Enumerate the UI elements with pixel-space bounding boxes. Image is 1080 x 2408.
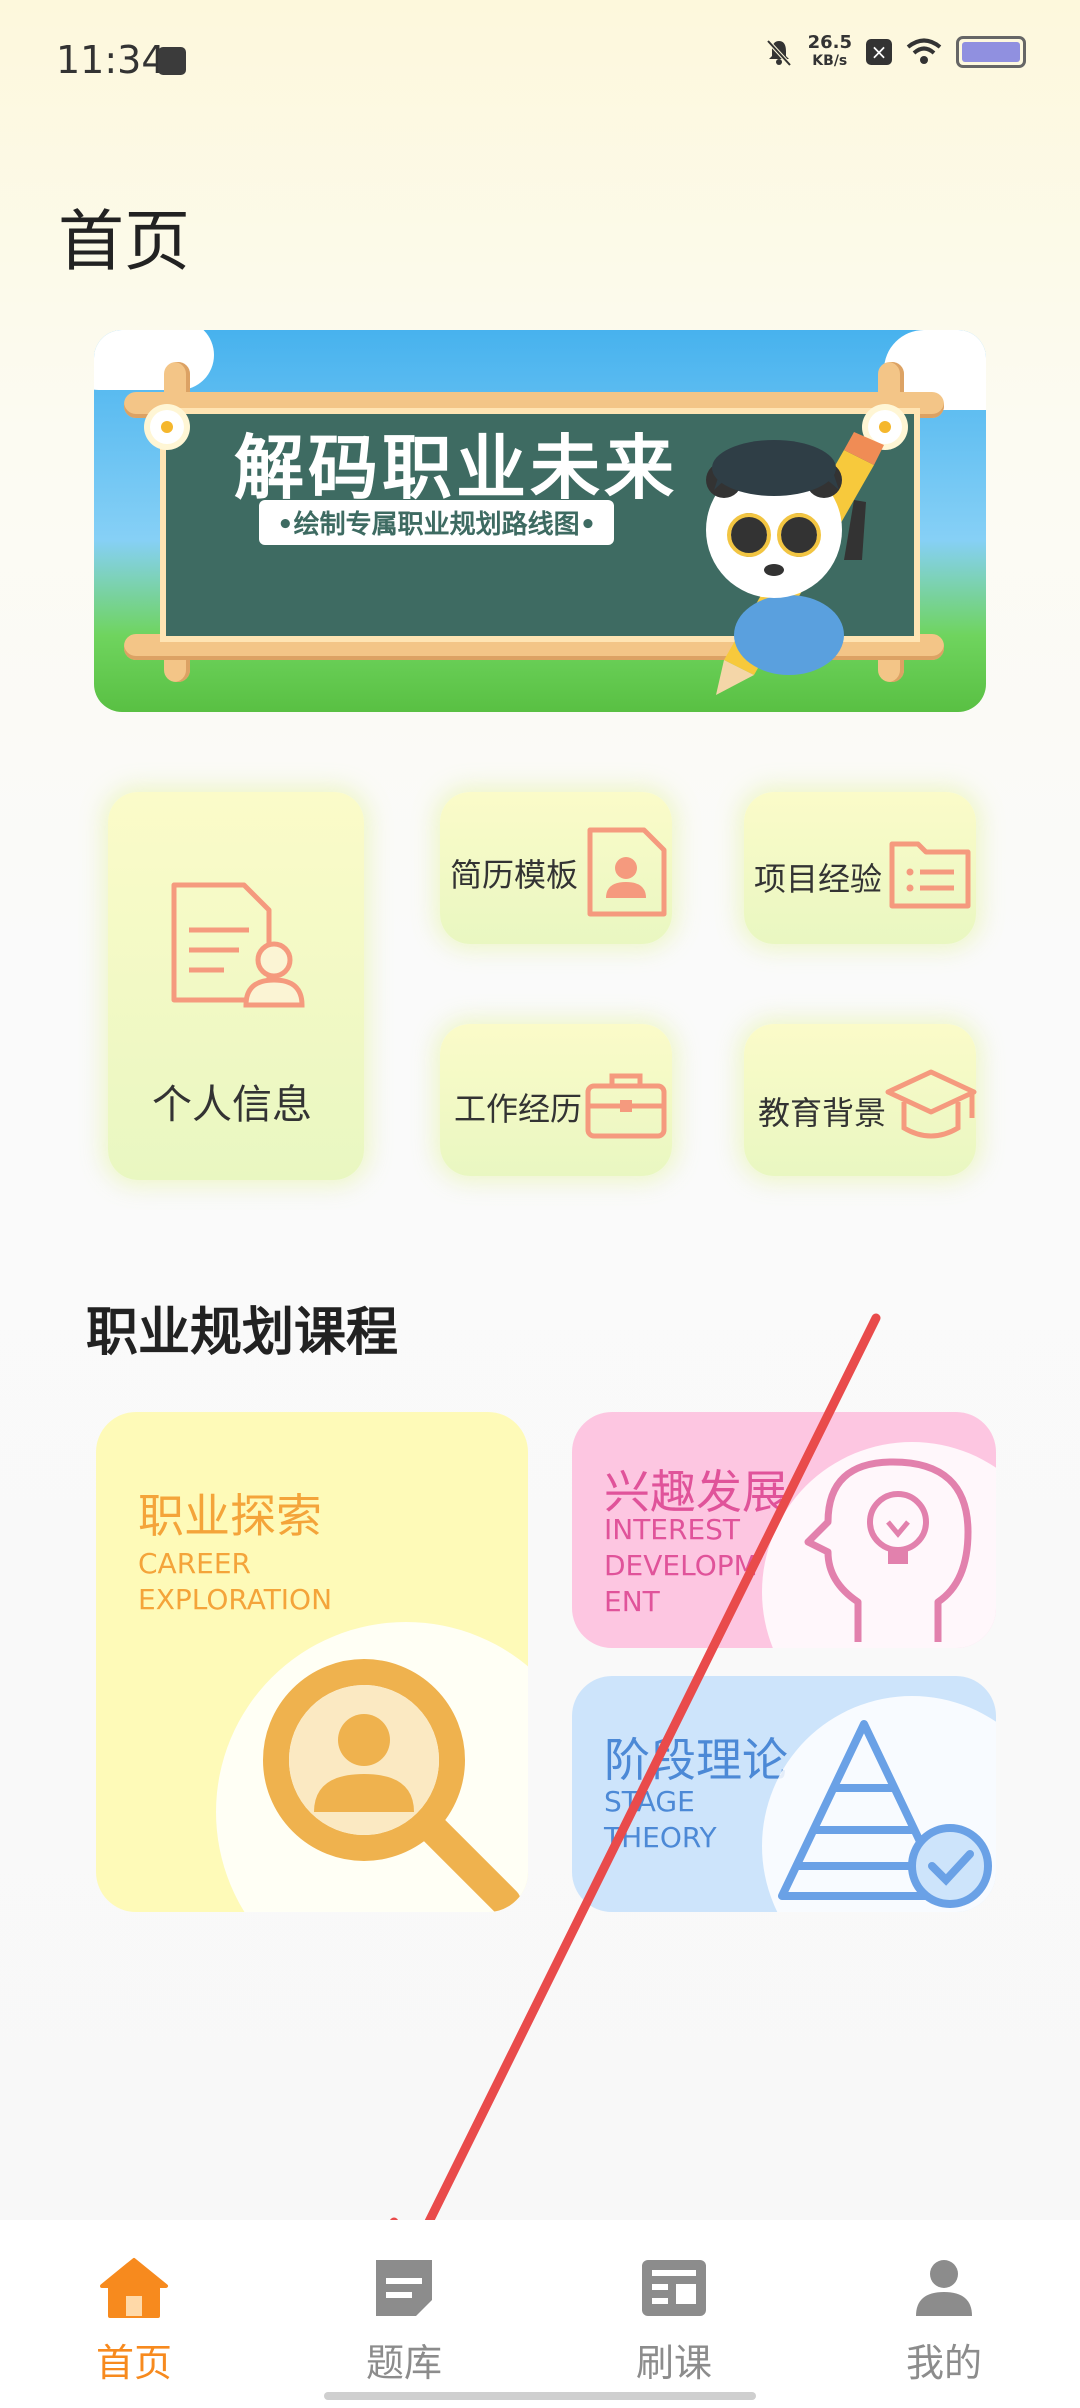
- search-person-icon: [263, 1659, 521, 1912]
- courses-icon: [642, 2260, 706, 2316]
- resume-template-label: 简历模板: [450, 856, 579, 894]
- section-title: 职业规划课程: [86, 1303, 399, 1363]
- folder-list-icon: [889, 841, 971, 909]
- notification-icon: [158, 47, 186, 75]
- education-label: 教育背景: [758, 1094, 887, 1132]
- nav-label-question-bank: 题库: [365, 2341, 442, 2385]
- home-icon: [100, 2258, 168, 2318]
- briefcase-icon: [585, 1073, 667, 1139]
- nav-label-home: 首页: [95, 2341, 172, 2385]
- personal-info-card[interactable]: 个人信息: [108, 792, 364, 1180]
- network-speed-unit: KB/s: [812, 53, 848, 69]
- status-time: 11:34: [56, 38, 166, 82]
- banner[interactable]: 解码职业未来 •绘制专属职业规划路线图•: [94, 330, 986, 712]
- nav-item-courses[interactable]: 刷课: [584, 2256, 764, 2387]
- gesture-bar[interactable]: [324, 2392, 756, 2400]
- stage-theory-card[interactable]: 阶段理论 STAGE THEORY: [572, 1676, 996, 1912]
- career-exploration-en-line1: CAREER: [138, 1547, 251, 1580]
- nav-label-profile: 我的: [905, 2341, 982, 2385]
- bottom-navigation: 首页 题库 刷课 我的: [0, 2220, 1080, 2408]
- mute-bell-icon: [766, 39, 792, 67]
- head-lightbulb-icon: [804, 1458, 972, 1642]
- panda-mascot-icon: [706, 432, 884, 695]
- page-title: 首页: [58, 203, 190, 280]
- career-exploration-title: 职业探索: [138, 1489, 322, 1543]
- document-person-icon: [171, 882, 305, 1008]
- interest-development-en-line3: ENT: [604, 1585, 660, 1618]
- interest-development-card[interactable]: 兴趣发展 INTEREST DEVELOPM ENT: [572, 1412, 996, 1648]
- resume-icon: [587, 827, 667, 917]
- banner-title: 解码职业未来: [234, 427, 678, 509]
- project-experience-label: 项目经验: [754, 860, 883, 898]
- cloud-decoration: [94, 330, 214, 390]
- status-bar: 11:34 26.5 KB/s ×: [0, 0, 1080, 120]
- work-experience-card[interactable]: 工作经历: [440, 1024, 672, 1176]
- pyramid-check-icon: [778, 1720, 992, 1908]
- wifi-icon: [906, 38, 942, 64]
- stage-theory-en-line2: THEORY: [604, 1821, 717, 1854]
- interest-development-en-line2: DEVELOPM: [604, 1549, 758, 1582]
- network-speed-value: 26.5: [807, 32, 852, 53]
- nav-item-home[interactable]: 首页: [44, 2256, 224, 2387]
- career-exploration-card[interactable]: 职业探索 CAREER EXPLORATION: [96, 1412, 528, 1912]
- flower-decoration: [150, 410, 184, 444]
- profile-icon: [916, 2260, 972, 2316]
- battery-icon: [956, 36, 1026, 68]
- personal-info-label: 个人信息: [152, 1082, 312, 1128]
- graduation-cap-icon: [885, 1069, 977, 1139]
- interest-development-en-line1: INTEREST: [604, 1513, 741, 1546]
- banner-subtitle: •绘制专属职业规划路线图•: [259, 500, 615, 545]
- nav-label-courses: 刷课: [635, 2341, 712, 2385]
- app-notification-icon: ×: [866, 39, 892, 65]
- stage-theory-title: 阶段理论: [604, 1733, 788, 1787]
- resume-template-card[interactable]: 简历模板: [440, 792, 672, 944]
- question-bank-icon: [376, 2260, 432, 2316]
- stage-theory-en-line1: STAGE: [604, 1785, 695, 1818]
- career-exploration-en-line2: EXPLORATION: [138, 1583, 333, 1616]
- nav-item-profile[interactable]: 我的: [854, 2256, 1034, 2387]
- nav-item-question-bank[interactable]: 题库: [314, 2256, 494, 2387]
- project-experience-card[interactable]: 项目经验: [744, 792, 976, 944]
- education-card[interactable]: 教育背景: [744, 1024, 977, 1176]
- network-speed: 26.5 KB/s: [808, 34, 852, 70]
- work-experience-label: 工作经历: [454, 1090, 583, 1128]
